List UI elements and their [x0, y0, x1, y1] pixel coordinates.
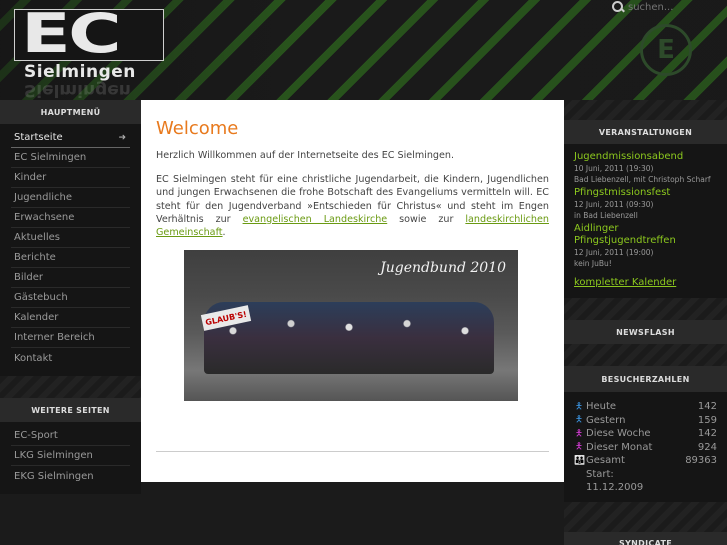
photo-caption: Jugendbund 2010 — [380, 260, 506, 277]
body-text-part: sowie zur — [387, 213, 466, 225]
menu-item-gaestebuch[interactable]: Gästebuch — [11, 288, 130, 308]
start-label: Start: — [586, 468, 614, 480]
event-place: kein JuBu! — [574, 259, 612, 268]
logo-text: EC — [21, 9, 122, 61]
right-sidebar: VERANSTALTUNGEN Jugendmissionsabend 10 J… — [564, 100, 727, 545]
event-place: in Bad Liebenzell — [574, 211, 638, 220]
group-icon: 👪 — [574, 455, 586, 466]
events-box: Jugendmissionsabend 10 Juni, 2011 (19:30… — [564, 144, 727, 298]
menu-item-startseite[interactable]: Startseite ➜ — [11, 128, 130, 148]
logo-reflection: Sielmingen — [24, 80, 131, 100]
page-title: Welcome — [156, 118, 239, 139]
event-name[interactable]: Jugendmissionsabend — [574, 151, 717, 163]
event-name[interactable]: Pfingstmissionsfest — [574, 187, 717, 199]
stat-value: 142 — [697, 401, 717, 413]
event-date: 10 Juni, 2011 (19:30) — [574, 164, 654, 173]
event-item: Pfingstmissionsfest 12 Juni, 2011 (09:30… — [574, 187, 717, 221]
stat-row: 👪 Gesamt 89363 — [574, 454, 717, 468]
stat-label: Diese Woche — [586, 428, 651, 440]
menu-item-erwachsene[interactable]: Erwachsene — [11, 208, 130, 228]
intro-text: Herzlich Willkommen auf der Internetseit… — [156, 150, 455, 161]
start-date: 11.12.2009 — [586, 481, 644, 493]
menu-item-label: EC Sielmingen — [14, 152, 87, 163]
visitor-stats: 🯅 Heute 142 🯅 Gestern 159 🯅 Diese Woche 142 🯅 D… — [564, 392, 727, 502]
sidebar-divider — [564, 298, 727, 320]
menu-item-label: Gästebuch — [14, 292, 68, 303]
menu-item-label: Interner Bereich — [14, 332, 95, 343]
menu-item-jugendliche[interactable]: Jugendliche — [11, 188, 130, 208]
menu-item-ekg-sielmingen[interactable]: EKG Sielmingen — [11, 466, 130, 486]
sidebar-divider — [564, 501, 727, 532]
link-evangelische-landeskirche[interactable]: evangelischen Landeskirche — [243, 214, 388, 225]
stat-value: 89363 — [685, 455, 717, 467]
logo-subtitle: Sielmingen — [24, 62, 136, 82]
menu-item-aktuelles[interactable]: Aktuelles — [11, 228, 130, 248]
main-content: Welcome Herzlich Willkommen auf der Inte… — [141, 100, 564, 482]
menu-item-berichte[interactable]: Berichte — [11, 248, 130, 268]
menu-item-label: Kinder — [14, 172, 47, 183]
menu-item-label: Kontakt — [14, 352, 53, 364]
arrow-right-icon: ➜ — [118, 132, 126, 143]
menu-item-label: Aktuelles — [14, 232, 60, 243]
stat-row: 🯅 Dieser Monat 924 — [574, 441, 717, 455]
events-title: VERANSTALTUNGEN — [564, 120, 727, 144]
search-icon[interactable] — [612, 1, 624, 13]
stat-value: 924 — [697, 441, 717, 453]
stat-row: 🯅 Diese Woche 142 — [574, 427, 717, 441]
menu-item-bilder[interactable]: Bilder — [11, 268, 130, 288]
visitors-title: BESUCHERZAHLEN — [564, 366, 727, 392]
menu-item-lkg-sielmingen[interactable]: LKG Sielmingen — [11, 446, 130, 466]
stat-value: 159 — [697, 414, 717, 426]
menu-item-label: Berichte — [14, 252, 56, 263]
content-divider — [156, 451, 549, 453]
person-icon: 🯅 — [575, 442, 583, 453]
sidebar-divider — [0, 376, 141, 398]
left-sidebar: HAUPTMENÜ Startseite ➜ EC Sielmingen Kin… — [0, 100, 141, 494]
group-photo: GLAUB'S! Jugendbund 2010 — [184, 250, 518, 402]
menu-item-label: Bilder — [14, 272, 44, 283]
main-menu: Startseite ➜ EC Sielmingen Kinder Jugend… — [0, 124, 141, 376]
event-item: Aidlinger Pfingstjugendtreffen 12 Juni, … — [574, 223, 717, 269]
ec-emblem-icon: E — [640, 24, 692, 76]
menu-item-label: LKG Sielmingen — [14, 450, 93, 461]
event-name[interactable]: Aidlinger Pfingstjugendtreffen — [574, 223, 717, 247]
body-text-part: . — [222, 227, 226, 239]
menu-item-label: EKG Sielmingen — [14, 470, 94, 482]
full-calendar-link[interactable]: kompletter Kalender — [574, 277, 717, 288]
menu-item-label: Jugendliche — [14, 192, 73, 203]
stat-row: 🯅 Gestern 159 — [574, 414, 717, 428]
menu-item-label: Erwachsene — [14, 212, 75, 223]
stat-row: 🯅 Heute 142 — [574, 400, 717, 414]
stat-label: Gesamt — [586, 455, 625, 467]
menu-item-kontakt[interactable]: Kontakt — [11, 348, 130, 368]
site-logo[interactable]: EC — [14, 9, 164, 61]
menu-item-label: Startseite — [14, 132, 63, 143]
menu-item-ec-sielmingen[interactable]: EC Sielmingen — [11, 148, 130, 168]
main-menu-title: HAUPTMENÜ — [0, 100, 141, 124]
more-pages-menu: EC-Sport LKG Sielmingen EKG Sielmingen — [0, 422, 141, 494]
menu-item-label: EC-Sport — [14, 430, 58, 441]
stat-label: Dieser Monat — [586, 441, 653, 453]
menu-item-label: Kalender — [14, 312, 59, 323]
event-place: Bad Liebenzell, mit Christoph Scharf — [574, 175, 711, 184]
newsflash-title: NEWSFLASH — [564, 320, 727, 344]
event-item: Jugendmissionsabend 10 Juni, 2011 (19:30… — [574, 151, 717, 185]
search-box — [612, 0, 727, 14]
menu-item-kalender[interactable]: Kalender — [11, 308, 130, 328]
menu-item-ec-sport[interactable]: EC-Sport — [11, 426, 130, 446]
menu-item-interner-bereich[interactable]: Interner Bereich — [11, 328, 130, 348]
search-input[interactable] — [628, 1, 718, 13]
menu-item-kinder[interactable]: Kinder — [11, 168, 130, 188]
more-pages-title: WEITERE SEITEN — [0, 398, 141, 422]
event-date: 12 Juni, 2011 (09:30) — [574, 200, 654, 209]
sidebar-divider — [564, 100, 727, 120]
stat-label: Gestern — [586, 414, 626, 426]
stat-value: 142 — [697, 428, 717, 440]
body-text: EC Sielmingen steht für eine christliche… — [156, 173, 549, 239]
event-date: 12 Juni, 2011 (19:00) — [574, 248, 654, 257]
sidebar-divider — [564, 344, 727, 366]
stat-label: Heute — [586, 401, 617, 413]
syndicate-title: SYNDICATE — [564, 531, 727, 545]
